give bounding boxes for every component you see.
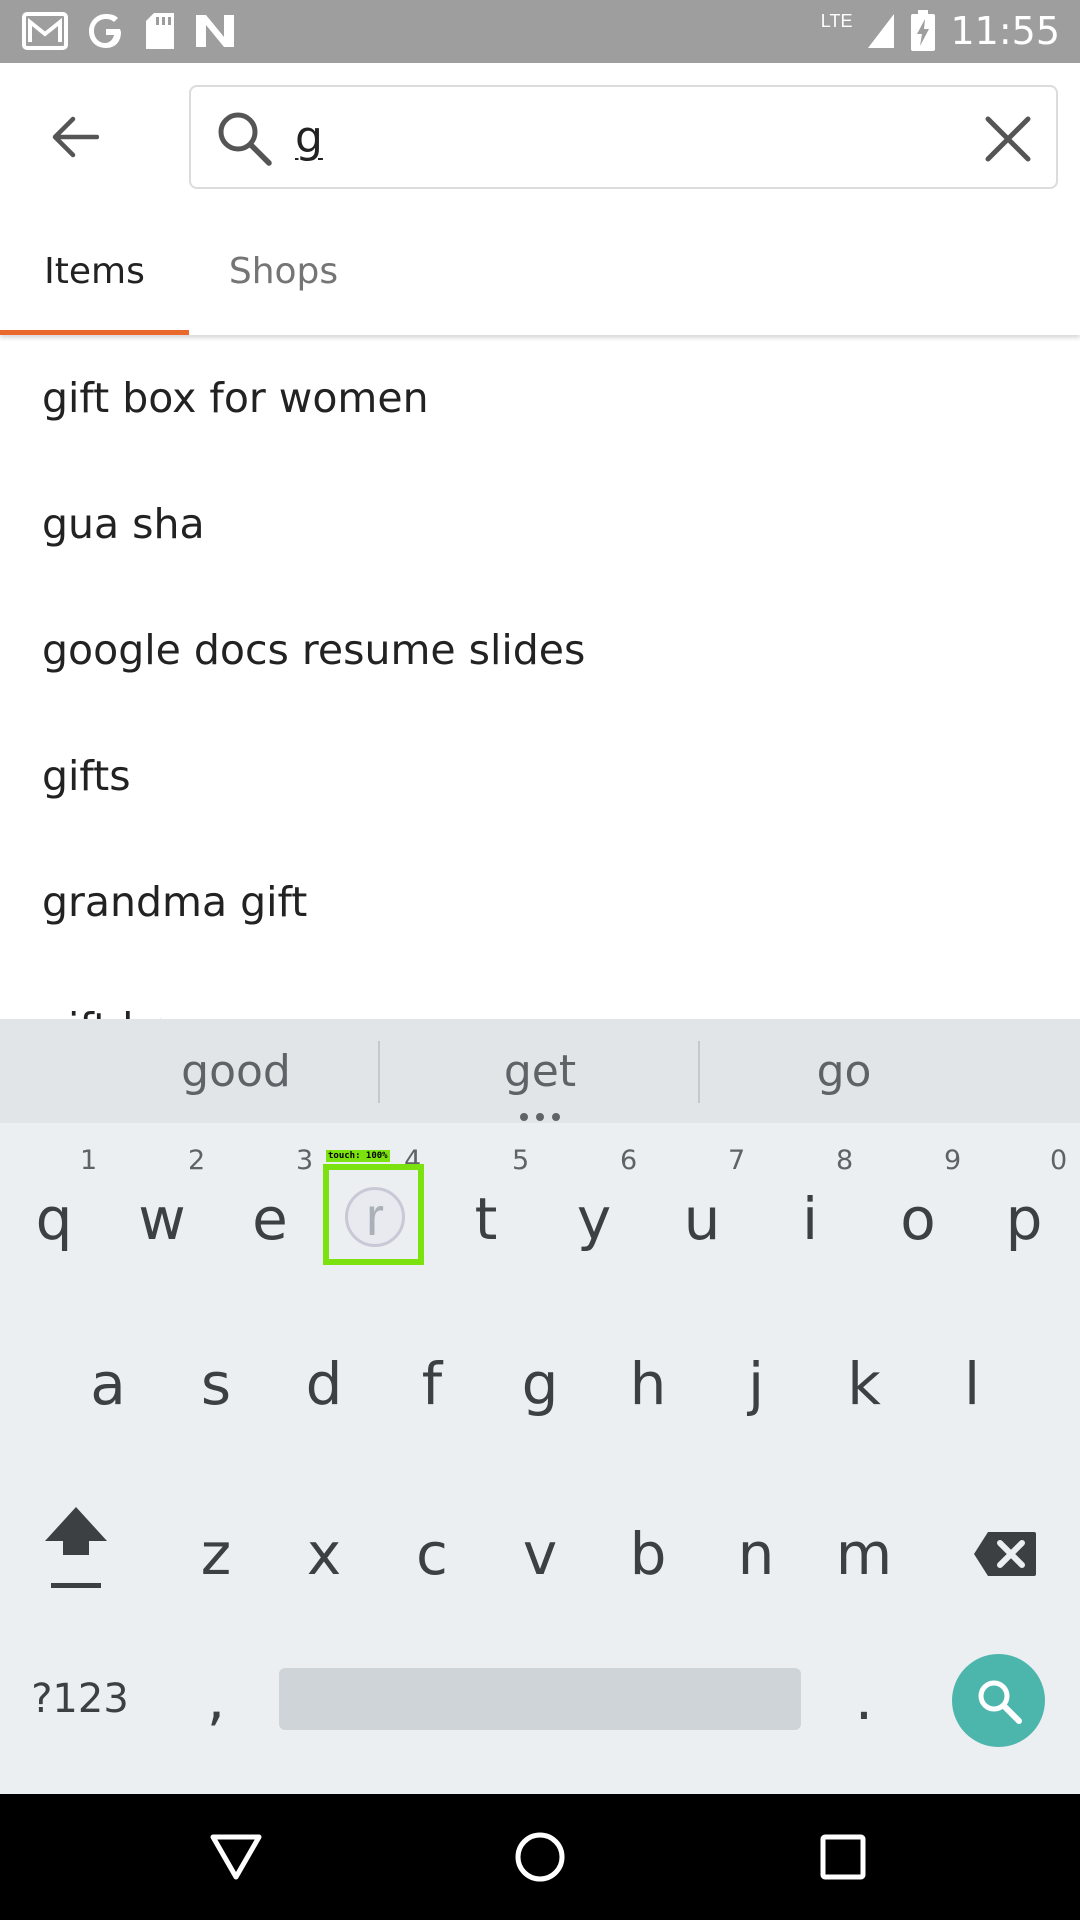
key-n[interactable]: n [712,1499,800,1609]
system-status: LTE 11:55 [821,8,1060,54]
key-r[interactable]: r [345,1187,405,1247]
google-icon [89,14,121,48]
search-input[interactable]: g [295,109,323,167]
key-t[interactable]: t [442,1164,530,1274]
key-z[interactable]: z [172,1499,260,1609]
suggestion-item[interactable]: gift box for women [0,335,1080,461]
notification-icons [22,8,236,54]
key-i[interactable]: i [766,1164,854,1274]
suggestion-item[interactable]: gift box [0,965,1080,1019]
n-icon [196,15,234,47]
back-triangle-icon [210,1834,262,1880]
close-icon[interactable] [984,115,1032,163]
tab-items[interactable]: Items [0,208,189,335]
key-s[interactable]: s [172,1329,260,1439]
symbols-key[interactable]: ?123 [20,1649,140,1749]
period-key[interactable]: . [820,1649,908,1749]
key-h[interactable]: h [604,1329,692,1439]
word-suggestion-strip: good get go [0,1019,1080,1123]
recents-square-icon [820,1834,866,1880]
gmail-icon [22,12,68,50]
word-suggestion[interactable]: go [692,1019,996,1123]
search-action-key[interactable] [952,1654,1045,1747]
space-key[interactable] [279,1668,801,1730]
home-circle-icon [515,1832,565,1882]
key-y[interactable]: y [550,1164,638,1274]
key-p[interactable]: p [980,1164,1068,1274]
nav-home-button[interactable] [507,1824,573,1890]
key-m[interactable]: m [820,1499,908,1609]
key-k[interactable]: k [820,1329,908,1439]
key-c[interactable]: c [388,1499,476,1609]
signal-icon [868,14,895,48]
backspace-icon [974,1532,1036,1576]
word-suggestion[interactable]: good [84,1019,388,1123]
key-l[interactable]: l [928,1329,1016,1439]
more-suggestions-icon[interactable] [520,1113,560,1121]
status-bar: LTE 11:55 [0,0,1080,63]
shift-key[interactable] [22,1489,130,1609]
search-icon [978,1680,1022,1724]
result-tabs: Items Shops [0,208,1080,335]
suggestion-item[interactable]: gifts [0,713,1080,839]
word-suggestion[interactable]: get [388,1019,692,1123]
key-w[interactable]: w [118,1164,206,1274]
suggestion-item[interactable]: gua sha [0,461,1080,587]
search-bar[interactable]: g [189,85,1058,189]
key-f[interactable]: f [388,1329,476,1439]
suggestion-divider [378,1041,380,1103]
key-e[interactable]: e [226,1164,314,1274]
key-q[interactable]: q [10,1164,98,1274]
suggestion-item[interactable]: grandma gift [0,839,1080,965]
shift-icon [45,1507,107,1588]
sd-card-icon [146,13,174,49]
comma-key[interactable]: , [172,1649,260,1749]
nav-recents-button[interactable] [810,1824,876,1890]
battery-charging-icon [911,10,936,51]
network-label: LTE [820,10,853,31]
touch-label: touch: 100% [326,1150,390,1162]
tab-shops[interactable]: Shops [189,208,378,335]
back-button[interactable] [40,107,110,167]
key-j[interactable]: j [712,1329,800,1439]
search-header: g [0,63,1080,208]
key-d[interactable]: d [280,1329,368,1439]
navigation-bar [0,1794,1080,1920]
backspace-key[interactable] [960,1499,1050,1609]
active-tab-indicator [0,330,189,335]
key-g[interactable]: g [496,1329,584,1439]
soft-keyboard: good get go 1 q 2 w 3 e 4 touch: 100% r … [0,1019,1080,1794]
clock: 11:55 [950,9,1060,53]
key-b[interactable]: b [604,1499,692,1609]
search-icon [218,112,272,166]
arrow-back-icon [52,116,99,158]
key-o[interactable]: o [874,1164,962,1274]
suggestion-item[interactable]: google docs resume slides [0,587,1080,713]
key-u[interactable]: u [658,1164,746,1274]
key-v[interactable]: v [496,1499,584,1609]
suggestion-list: gift box for women gua sha google docs r… [0,335,1080,1019]
key-a[interactable]: a [64,1329,152,1439]
nav-back-button[interactable] [203,1824,269,1890]
key-x[interactable]: x [280,1499,368,1609]
